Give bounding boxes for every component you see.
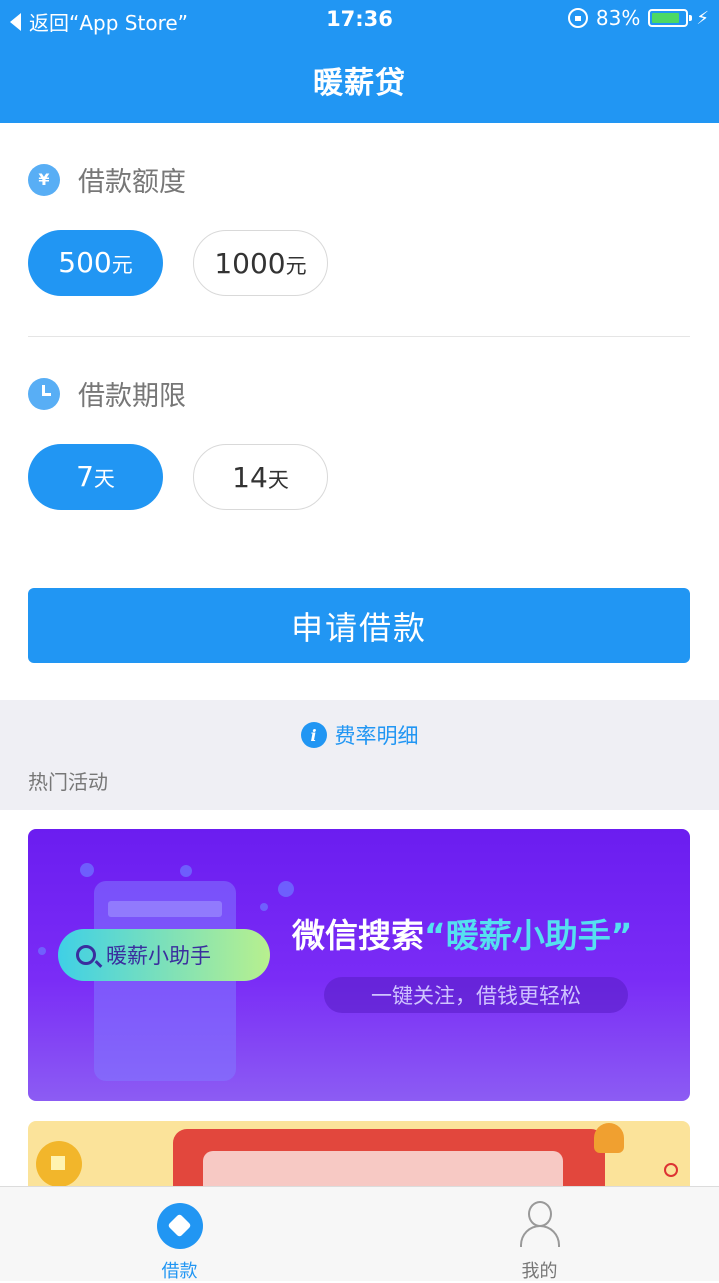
amount-label: 借款额度 xyxy=(78,167,186,198)
amount-value: 1000 xyxy=(214,247,286,280)
app-header: 返回“App Store” 17:36 83% ⚡ 暖薪贷 xyxy=(0,0,719,123)
rate-details-link[interactable]: i 费率明细 xyxy=(0,720,719,750)
hot-activities-heading: 热门活动 xyxy=(28,770,108,794)
battery-icon xyxy=(648,9,693,27)
apply-loan-button[interactable]: 申请借款 xyxy=(28,588,690,663)
clock-icon xyxy=(28,377,60,410)
decor-ring xyxy=(664,1163,678,1177)
banner-subtitle: 一键关注，借钱更轻松 xyxy=(324,977,628,1013)
decor-dot xyxy=(80,863,94,877)
red-envelope-graphic xyxy=(173,1129,605,1191)
term-option-7[interactable]: 7天 xyxy=(28,444,163,510)
decor-dot xyxy=(180,865,192,877)
rate-details-label: 费率明细 xyxy=(334,724,419,748)
search-pill: 暖薪小助手 xyxy=(58,929,270,981)
decor-dot xyxy=(278,881,294,897)
battery-percent: 83% xyxy=(595,6,641,30)
decor-dot xyxy=(260,903,268,911)
person-icon xyxy=(519,1201,560,1249)
tab-mine[interactable]: 我的 xyxy=(360,1187,719,1282)
info-icon: i xyxy=(300,722,327,748)
amount-unit: 元 xyxy=(111,253,133,277)
amount-unit: 元 xyxy=(285,254,307,278)
term-label: 借款期限 xyxy=(78,381,186,412)
banner-title: 微信搜索“暖薪小助手” xyxy=(292,909,632,957)
search-icon xyxy=(76,945,96,965)
term-section-label: 借款期限 xyxy=(28,374,186,413)
search-pill-text: 暖薪小助手 xyxy=(106,944,211,968)
section-divider xyxy=(28,336,690,337)
phone-illustration xyxy=(94,881,236,1081)
rotation-lock-icon xyxy=(567,8,588,28)
wechat-assistant-banner[interactable]: 暖薪小助手 微信搜索“暖薪小助手” 一键关注，借钱更轻松 xyxy=(28,829,690,1101)
term-unit: 天 xyxy=(267,468,289,492)
bell-icon xyxy=(594,1123,624,1153)
page-title: 暖薪贷 xyxy=(313,66,406,101)
loan-icon xyxy=(156,1203,203,1249)
tab-mine-label: 我的 xyxy=(521,1261,558,1282)
banner-title-highlight: “暖薪小助手” xyxy=(424,916,633,955)
amount-value: 500 xyxy=(58,246,112,279)
term-value: 7 xyxy=(76,460,94,493)
tab-loan[interactable]: 借款 xyxy=(0,1187,359,1282)
amount-option-500[interactable]: 500 元 xyxy=(28,230,163,296)
tab-loan-label: 借款 xyxy=(161,1261,198,1282)
term-option-14[interactable]: 14 天 xyxy=(193,444,328,510)
decor-dot xyxy=(38,947,46,955)
amount-option-1000[interactable]: 1000 元 xyxy=(193,230,328,296)
yuan-icon: ¥ xyxy=(28,163,60,196)
amount-section-label: ¥ 借款额度 xyxy=(28,160,186,199)
term-value: 14 xyxy=(232,461,268,494)
coin-icon xyxy=(36,1141,82,1187)
term-unit: 天 xyxy=(93,467,115,491)
tab-bar: 借款 我的 xyxy=(0,1186,719,1282)
status-right: 83% ⚡ xyxy=(567,6,709,30)
status-bar: 返回“App Store” 17:36 83% ⚡ xyxy=(0,0,719,40)
charging-icon: ⚡ xyxy=(696,7,709,29)
battery-fill xyxy=(652,13,680,23)
banner-title-prefix: 微信搜索 xyxy=(292,916,424,955)
promo-banner[interactable] xyxy=(28,1121,690,1191)
